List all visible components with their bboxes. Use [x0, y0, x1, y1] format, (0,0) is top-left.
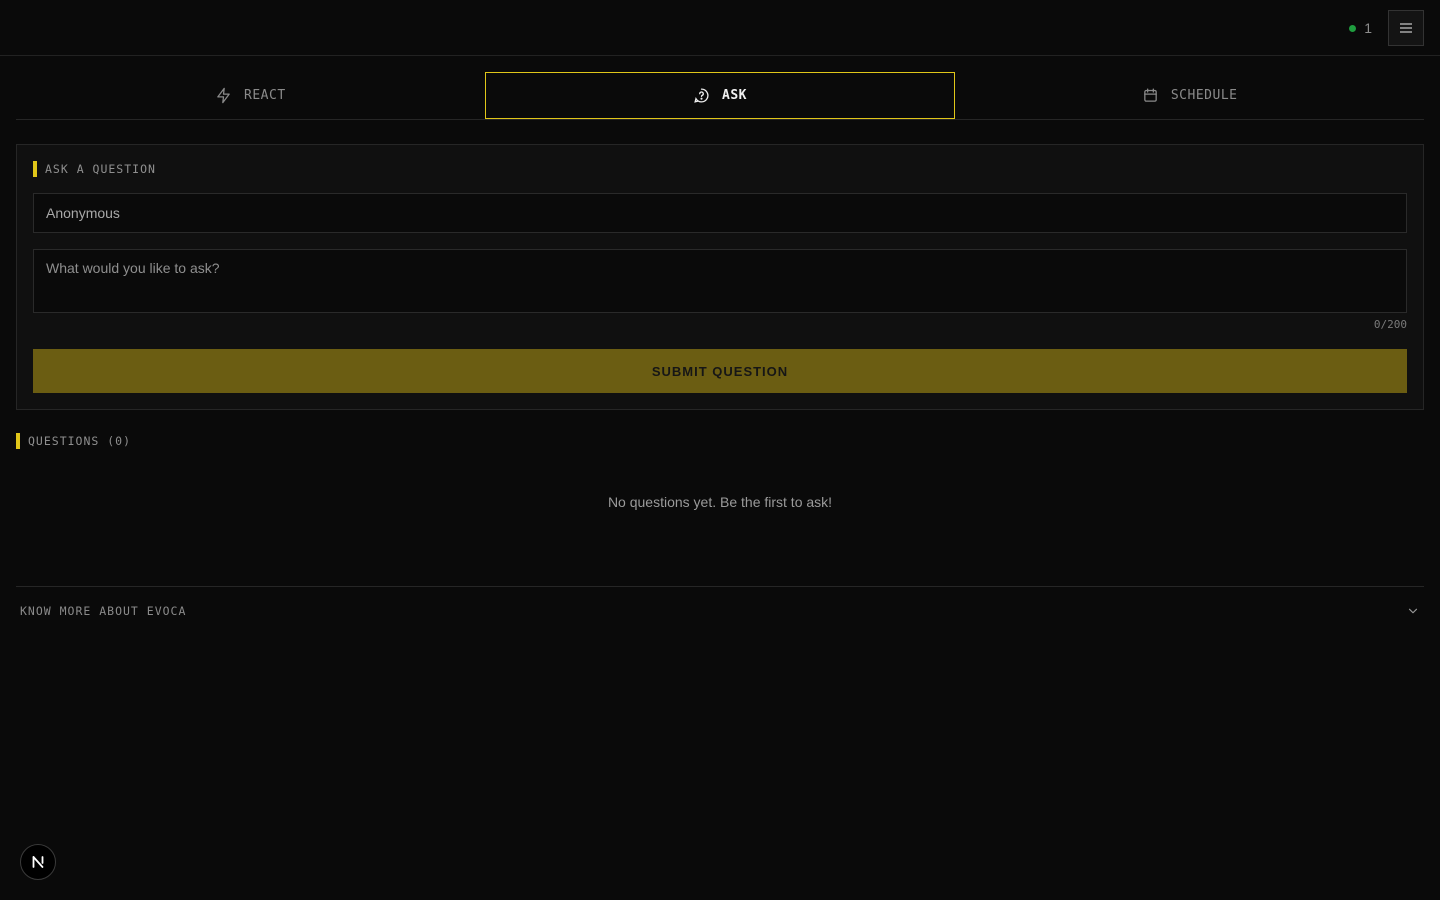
tab-schedule-label: SCHEDULE	[1170, 88, 1238, 103]
char-counter: 0/200	[1373, 318, 1407, 331]
tab-bar: REACT ASK SCHEDULE	[16, 72, 1424, 120]
accordion-label: KNOW MORE ABOUT EVOCA	[20, 603, 187, 618]
calendar-icon	[1144, 88, 1157, 102]
lightning-icon	[217, 87, 230, 104]
hamburger-menu-icon	[1400, 23, 1412, 33]
app-header: 1	[0, 0, 1440, 56]
ask-section-label: ASK A QUESTION	[45, 162, 156, 176]
submit-question-button[interactable]: SUBMIT QUESTION	[33, 349, 1407, 393]
tab-ask[interactable]: ASK	[484, 72, 956, 119]
n-logo-icon	[32, 856, 44, 868]
tab-react[interactable]: REACT	[16, 72, 485, 119]
accent-bar	[33, 161, 37, 177]
ask-section-heading: ASK A QUESTION	[33, 161, 156, 177]
presence-count: 1	[1364, 20, 1372, 36]
know-more-accordion[interactable]: KNOW MORE ABOUT EVOCA	[16, 586, 1424, 634]
questions-empty-state: No questions yet. Be the first to ask!	[607, 494, 833, 510]
accent-bar	[16, 433, 20, 449]
name-input[interactable]	[33, 193, 1407, 233]
questions-section-heading: QUESTIONS (0)	[16, 433, 131, 449]
question-circle-icon	[694, 88, 709, 103]
ask-question-card: ASK A QUESTION 0/200 SUBMIT QUESTION	[16, 144, 1424, 410]
question-input[interactable]	[33, 249, 1407, 313]
chevron-down-icon	[1408, 608, 1418, 613]
presence-indicator: 1	[1349, 19, 1372, 37]
menu-button[interactable]	[1388, 10, 1424, 46]
tab-react-label: REACT	[244, 88, 286, 103]
n-badge-button[interactable]	[20, 844, 56, 880]
online-dot-icon	[1349, 24, 1357, 32]
tab-schedule[interactable]: SCHEDULE	[955, 72, 1424, 119]
questions-section-label: QUESTIONS (0)	[28, 434, 132, 448]
tab-ask-label: ASK	[722, 88, 747, 103]
